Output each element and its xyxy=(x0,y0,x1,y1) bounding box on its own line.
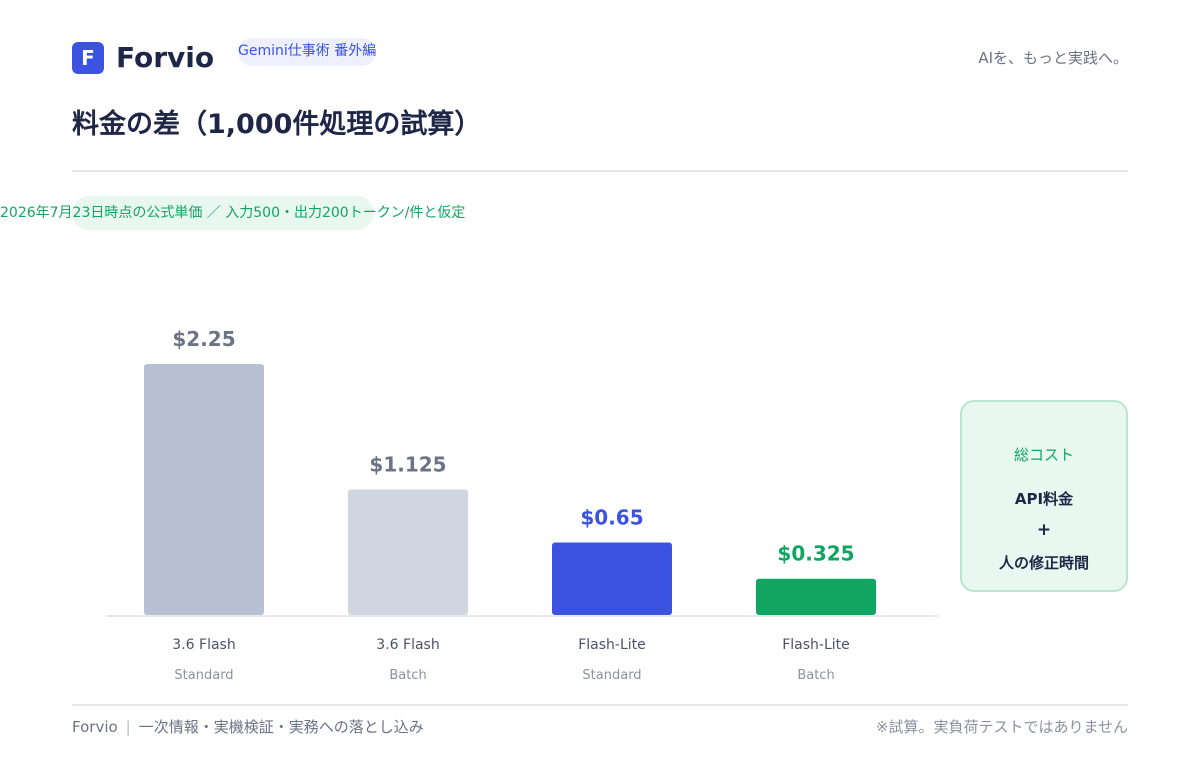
value-label-3: $0.325 xyxy=(777,542,854,566)
footer-description: 一次情報・実機検証・実務への落とし込み xyxy=(138,718,424,736)
footer-divider xyxy=(72,704,1128,706)
category-label-1: 3.6 Flash xyxy=(376,637,439,653)
api-cost-label: API料金 xyxy=(1014,490,1074,508)
bar-1 xyxy=(348,489,468,615)
category-label-2: Flash-Lite xyxy=(578,637,646,653)
value-label-0: $2.25 xyxy=(172,327,235,351)
bar-chart: $2.25 3.6 Flash Standard $1.125 3.6 Flash Bat… xyxy=(106,327,938,683)
subcategory-label-1: Batch xyxy=(389,668,426,683)
subcategory-label-3: Batch xyxy=(797,668,834,683)
footer-disclaimer: ※試算。実負荷テストではありません xyxy=(875,718,1128,736)
value-label-2: $0.65 xyxy=(580,505,643,529)
value-label-1: $1.125 xyxy=(369,453,446,477)
total-cost-box: 総コスト API料金 + 人の修正時間 xyxy=(960,400,1128,592)
subcategory-label-2: Standard xyxy=(582,668,641,683)
bar-2 xyxy=(552,542,672,615)
bar-0 xyxy=(144,364,264,615)
footer-brand: Forvio xyxy=(72,718,118,736)
total-cost-title: 総コスト xyxy=(1013,446,1074,464)
category-label-3: Flash-Lite xyxy=(782,637,850,653)
footer-separator: | xyxy=(125,718,131,736)
bar-3 xyxy=(756,578,876,615)
plus-sign: + xyxy=(1036,520,1052,540)
human-fix-time-label: 人の修正時間 xyxy=(998,554,1089,572)
footer-left: Forvio | 一次情報・実機検証・実務への落とし込み xyxy=(72,716,424,738)
category-label-0: 3.6 Flash xyxy=(172,637,235,653)
subcategory-label-0: Standard xyxy=(174,668,233,683)
